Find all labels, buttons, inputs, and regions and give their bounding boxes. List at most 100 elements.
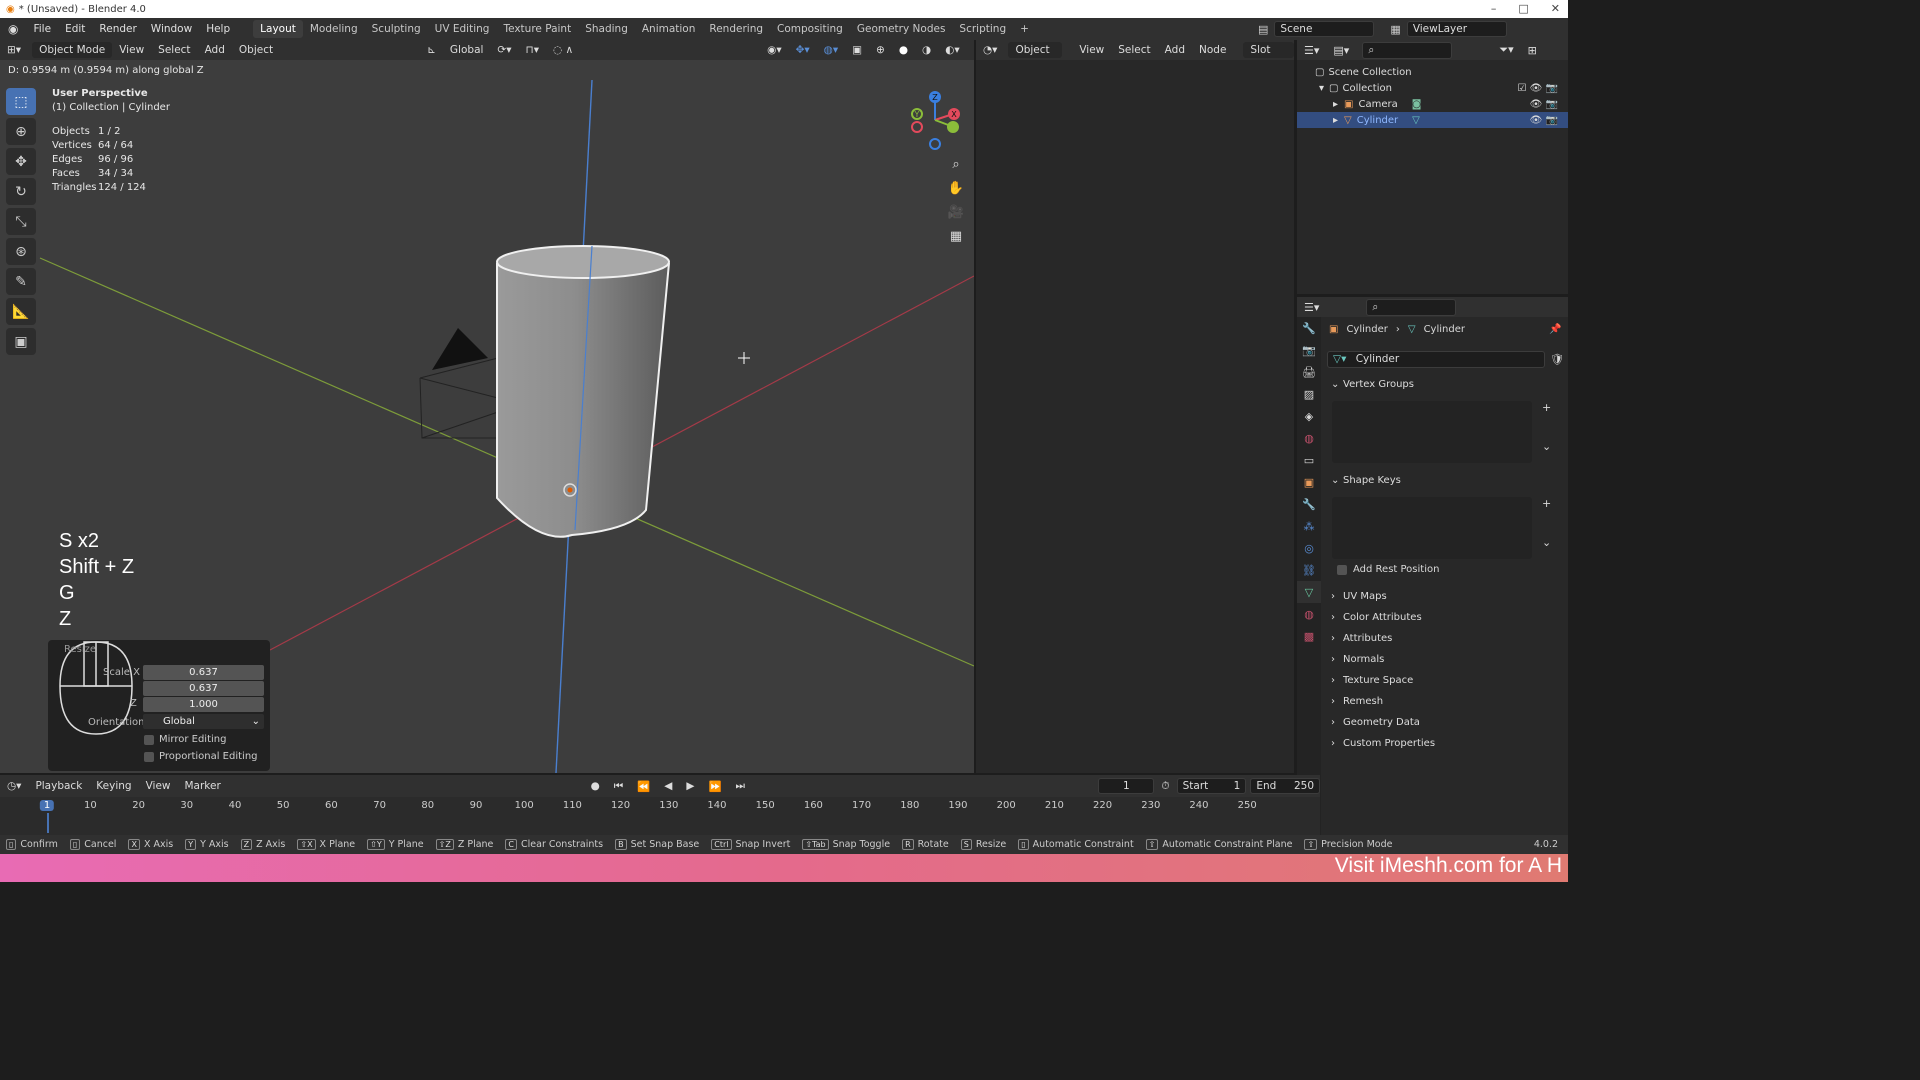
data-tab-icon[interactable]: ▽ [1297,581,1321,603]
select-box-tool-icon[interactable]: ⬚ [6,88,36,115]
remesh-panel-header[interactable]: › Remesh [1327,691,1562,711]
transform-tool-icon[interactable]: ⊛ [6,238,36,265]
expand-arrow-icon[interactable]: ▾ [1319,83,1324,94]
color-attributes-panel-header[interactable]: › Color Attributes [1327,607,1562,627]
shading-solid-icon[interactable]: ● [892,42,915,58]
playhead-line[interactable] [47,813,49,833]
rotate-tool-icon[interactable]: ↻ [6,178,36,205]
play-icon[interactable]: ▶ [679,778,701,794]
tab-modeling[interactable]: Modeling [303,20,365,38]
tab-sculpting[interactable]: Sculpting [365,20,428,38]
camera-view-icon[interactable]: 🎥 [946,202,966,222]
node-object-selector[interactable]: Object [1008,42,1063,58]
xray-icon[interactable]: ▣ [845,42,869,58]
scale-y-field[interactable]: 0.637 [143,681,264,696]
custom-properties-panel-header[interactable]: › Custom Properties [1327,733,1562,753]
mesh-name-field[interactable]: ▽▾ Cylinder [1327,351,1545,368]
ortho-grid-icon[interactable]: ▦ [946,226,966,246]
node-menu-select[interactable]: Select [1111,42,1157,58]
scale-tool-icon[interactable]: ⤡ [6,208,36,235]
timeline-ruler[interactable]: 1 10 20 30 40 50 60 70 80 90 100 110 120 130 140 150 160… [0,797,1320,833]
outliner-item-collection[interactable]: ▾ ▢ Collection ☑ 👁 📷 [1297,80,1568,96]
editor-type-icon[interactable]: ⊞▾ [0,42,28,58]
jump-end-icon[interactable]: ⏭ [729,778,752,795]
tab-compositing[interactable]: Compositing [770,20,850,38]
node-menu-add[interactable]: Add [1158,42,1192,58]
proportional-editing-checkbox[interactable]: Proportional Editing [144,751,258,762]
slot-selector[interactable]: Slot [1243,42,1295,58]
chevron-down-icon[interactable]: ⌄ [1542,536,1551,549]
move-tool-icon[interactable]: ✥ [6,148,36,175]
tool-tab-icon[interactable]: 🔧 [1297,317,1321,339]
timeline-menu-keying[interactable]: Keying [89,778,138,794]
collection-visibility-icon[interactable]: ☑ 👁 📷 [1518,83,1558,94]
menu-file[interactable]: File [26,23,58,35]
scale-z-field[interactable]: 1.000 [143,697,264,712]
shading-material-icon[interactable]: ◑ [915,42,938,58]
proportional-edit-icon[interactable]: ◌ ∧ [546,42,580,58]
pivot-icon[interactable]: ⟳▾ [490,42,518,58]
timeline-menu-playback[interactable]: Playback [28,778,89,794]
start-frame-field[interactable]: Start 1 [1176,778,1247,794]
navigation-gizmo[interactable]: Z X Y [905,90,965,150]
zoom-icon[interactable]: ⌕ [946,154,966,174]
orientation-selector[interactable]: Global ⌄ [143,714,264,729]
minimize-button[interactable]: – [1491,2,1497,15]
3d-viewport[interactable]: ⊞▾ Object Mode View Select Add Object ⊾ … [0,40,974,773]
visibility-icon[interactable]: ◉▾ [760,42,788,58]
chevron-down-icon[interactable]: ⌄ [1542,440,1551,453]
cylinder-visibility-icon[interactable]: 👁 📷 [1530,115,1558,126]
tab-texture-paint[interactable]: Texture Paint [496,20,578,38]
timeline-menu-marker[interactable]: Marker [178,778,228,794]
properties-search-input[interactable]: ⌕ [1366,298,1457,316]
output-tab-icon[interactable]: 🖨 [1297,361,1321,383]
view-layer-tab-icon[interactable]: ▨ [1297,383,1321,405]
stopwatch-icon[interactable]: ⏱ [1154,778,1176,795]
new-collection-icon[interactable]: ⊞ [1521,42,1544,59]
node-menu-view[interactable]: View [1072,42,1111,58]
outliner-search-input[interactable]: ⌕ [1362,41,1453,59]
expand-arrow-icon[interactable]: ▸ [1333,115,1338,126]
outliner-editor-icon[interactable]: ☰▾ [1297,42,1326,59]
pin-icon[interactable]: 📌 [1549,324,1561,335]
mode-selector[interactable]: Object Mode [32,42,113,58]
expand-arrow-icon[interactable]: ▸ [1333,99,1338,110]
pan-hand-icon[interactable]: ✋ [946,178,966,198]
gizmo-toggle-icon[interactable]: ✥▾ [789,42,817,58]
material-tab-icon[interactable]: ◍ [1297,603,1321,625]
view-layer-selector[interactable]: ViewLayer [1406,21,1507,37]
add-cube-tool-icon[interactable]: ▣ [6,328,36,355]
timeline-editor-icon[interactable]: ◷▾ [0,778,28,794]
geometry-data-panel-header[interactable]: › Geometry Data [1327,712,1562,732]
overlay-toggle-icon[interactable]: ◍▾ [817,42,845,58]
menu-render[interactable]: Render [92,23,143,35]
scene-tab-icon[interactable]: ◈ [1297,405,1321,427]
camera-visibility-icon[interactable]: 👁 📷 [1530,99,1558,110]
add-rest-position-checkbox[interactable]: Add Rest Position [1337,564,1439,575]
current-frame-field[interactable]: 1 [1098,778,1155,794]
end-frame-field[interactable]: End 250 [1250,778,1321,794]
mirror-editing-checkbox[interactable]: Mirror Editing [144,734,226,745]
shading-rendered-icon[interactable]: ◐▾ [938,42,966,58]
menu-help[interactable]: Help [199,23,237,35]
shape-keys-panel-header[interactable]: ⌄ Shape Keys [1327,470,1562,490]
node-editor-type-icon[interactable]: ◔▾ [976,42,1004,58]
next-keyframe-icon[interactable]: ⏩ [701,778,728,795]
physics-tab-icon[interactable]: ◎ [1297,537,1321,559]
properties-editor-icon[interactable]: ☰▾ [1297,299,1326,316]
constraints-tab-icon[interactable]: ⛓ [1297,559,1321,581]
timeline-menu-view[interactable]: View [139,778,178,794]
view-layer-icon[interactable]: ▦ [1390,23,1400,36]
normals-panel-header[interactable]: › Normals [1327,649,1562,669]
outliner-item-camera[interactable]: ▸ ▣ Camera ◙ 👁 📷 [1297,96,1568,112]
object-tab-icon[interactable]: ▣ [1297,471,1321,493]
blender-menu-icon[interactable]: ◉ [0,22,26,36]
scale-x-field[interactable]: 0.637 [143,665,264,680]
tab-rendering[interactable]: Rendering [702,20,770,38]
jump-start-icon[interactable]: ⏮ [607,778,630,795]
vertex-groups-panel-header[interactable]: ⌄ Vertex Groups [1327,374,1562,394]
scene-selector[interactable]: Scene [1274,21,1375,37]
texture-space-panel-header[interactable]: › Texture Space [1327,670,1562,690]
render-tab-icon[interactable]: 📷 [1297,339,1321,361]
transform-orientation-selector[interactable]: Global [443,42,491,58]
